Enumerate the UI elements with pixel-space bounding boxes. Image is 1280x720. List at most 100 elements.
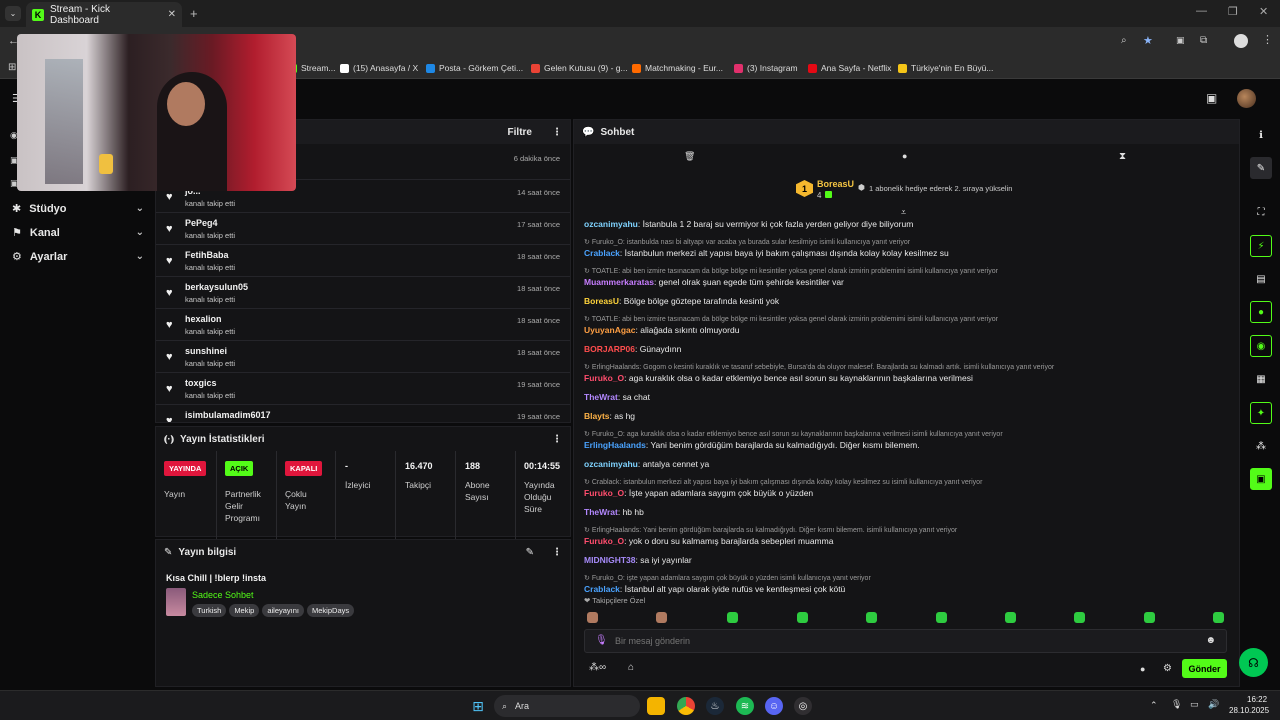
chat-reply-context[interactable]: ↻ Crablack: istanbulun merkezi alt yapıs… [584,478,982,486]
category-link[interactable]: Sadece Sohbet [192,590,254,600]
chat-input[interactable] [615,633,1175,649]
chat-input-box[interactable]: 🎙 ☻ [584,629,1227,653]
chat-rail-icon[interactable]: ● [1250,301,1272,323]
broadcast-rail-icon[interactable]: ◉ [1250,335,1272,357]
edit-icon[interactable]: ✎ [526,547,534,558]
file-explorer-icon[interactable] [647,697,665,715]
follower-name[interactable]: sunshinei [185,346,227,356]
creator-tools-icon[interactable]: ▣ [1206,91,1217,105]
volume-icon[interactable]: 🔊 [1208,699,1219,710]
tools-icon[interactable]: ✦ [1250,402,1272,424]
bookmark-item[interactable]: (3) Instagram [734,63,798,73]
user-avatar[interactable] [1237,89,1256,108]
media-icon[interactable]: ▦ [1250,368,1272,390]
maximize-icon[interactable]: ❐ [1228,5,1238,18]
bookmark-item[interactable]: Türkiye'nin En Büyü... [898,63,993,73]
active-tab[interactable]: K Stream - Kick Dashboard ✕ [26,2,182,27]
emoji-icon[interactable]: ☻ [1205,635,1216,646]
network-icon[interactable]: ▭ [1190,699,1199,710]
clock-date[interactable]: 28.10.2025 [1229,706,1269,715]
chat-reply-context[interactable]: ↻ Furuko_O: aga kuraklık olsa o kadar et… [584,430,1003,438]
browser-menu-icon[interactable]: ⋮ [1262,33,1273,46]
follower-name[interactable]: isimbulamadim6017 [185,410,271,420]
emote-icon[interactable] [587,612,598,623]
extension-icon[interactable]: ▣ [1176,35,1185,46]
chat-reply-context[interactable]: ↻ ErlingHaalands: Gogom o kesinti kurakl… [584,363,1054,371]
chat-bubble-small-icon[interactable]: ● [1140,664,1145,674]
chat-username[interactable]: Furuko_O [584,373,624,383]
follower-name[interactable]: PePeg4 [185,218,218,228]
bookmark-item[interactable]: Ana Sayfa - Netflix [808,63,891,73]
apps-grid-icon[interactable]: ⊞ [8,62,16,73]
close-window-icon[interactable]: ✕ [1259,5,1268,18]
stream-tag[interactable]: aileyayını [262,604,305,617]
chat-username[interactable]: UyuyanAgac [584,325,636,335]
sidebar-item-settings[interactable]: ⚙ Ayarlar ⌄ [12,250,144,264]
send-button[interactable]: Gönder [1182,659,1227,678]
chat-reply-context[interactable]: ↻ Furuko_O: işte yapan adamlara saygım ç… [584,574,871,582]
bot-icon[interactable]: ▣ [1250,468,1272,490]
sidebar-item-channel[interactable]: ⚑ Kanal ⌄ [12,226,144,240]
bookmark-item[interactable]: Gelen Kutusu (9) - g... [531,63,628,73]
chat-username[interactable]: Furuko_O [584,536,624,546]
trash-icon[interactable]: 🗑 [684,151,695,162]
emote-icon[interactable] [1074,612,1085,623]
minimize-icon[interactable]: — [1196,5,1207,17]
info-icon[interactable]: ℹ [1250,124,1272,146]
points-icon[interactable]: ⁂∞ [589,662,606,673]
microphone-icon[interactable]: 🎙 [595,635,608,646]
profile-avatar-icon[interactable] [1234,34,1248,48]
chat-username[interactable]: BoreasU [584,296,619,306]
store-icon[interactable]: ⌂ [628,662,634,673]
emote-icon[interactable] [727,612,738,623]
steam-icon[interactable]: ♨ [706,697,724,715]
close-tab-icon[interactable]: ✕ [168,9,176,20]
follower-name[interactable]: FetihBaba [185,250,229,260]
emote-icon[interactable] [866,612,877,623]
stream-tag[interactable]: Turkish [192,604,227,617]
chat-username[interactable]: TheWrat [584,507,618,517]
chat-username[interactable]: ozcanimyahu [584,459,638,469]
chat-username[interactable]: TheWrat [584,392,618,402]
chat-username[interactable]: Muammerkaratas [584,277,654,287]
more-options-icon[interactable]: ⋮ [552,434,562,445]
stream-tag[interactable]: MekipDays [307,604,355,617]
microphone-tray-icon[interactable]: 🎙 [1171,699,1182,710]
chat-username[interactable]: ErlingHaalands [584,440,646,450]
emote-icon[interactable] [1213,612,1224,623]
follower-name[interactable]: toxgics [185,378,217,388]
top-gifter-name[interactable]: BoreasU [817,179,854,189]
chat-username[interactable]: MIDNIGHT38 [584,555,635,565]
document-icon[interactable]: ▤ [1250,268,1272,290]
bookmark-star-icon[interactable]: ★ [1143,34,1153,47]
chat-username[interactable]: ozcanimyahu [584,219,638,229]
capture-icon[interactable]: ⛶ [1250,201,1272,223]
chat-username[interactable]: Crablack [584,248,620,258]
emote-icon[interactable] [656,612,667,623]
new-tab-button[interactable]: + [190,6,198,21]
extensions-puzzle-icon[interactable]: ⧉ [1200,35,1207,46]
spotify-icon[interactable]: ≋ [736,697,754,715]
follower-name[interactable]: hexalion [185,314,222,324]
taskbar-search[interactable]: ⌕ Ara [494,695,640,717]
emote-icon[interactable] [1005,612,1016,623]
chat-settings-icon[interactable]: ⚙ [1163,663,1172,674]
chat-reply-context[interactable]: ↻ TOATLE: abi ben izmire tasınacam da bö… [584,315,998,323]
tab-list-button[interactable]: ⌄ [5,6,21,21]
emote-icon[interactable] [936,612,947,623]
hourglass-icon[interactable]: ⧗ [1119,151,1126,162]
sidebar-item-studio[interactable]: ✱ Stüdyo ⌄ [12,202,144,216]
zoom-icon[interactable]: ⌕ [1121,35,1127,46]
chrome-icon[interactable] [677,697,695,715]
windows-start-icon[interactable]: ⊞ [469,697,487,715]
emote-icon[interactable] [1144,612,1155,623]
chat-username[interactable]: Furuko_O [584,488,624,498]
more-options-icon[interactable]: ⋮ [552,547,562,558]
pinned-toggle-icon[interactable]: ⩡ [901,207,906,218]
chat-reply-context[interactable]: ↻ ErlingHaalands: Yani benim gördüğüm ba… [584,526,957,534]
chat-reply-context[interactable]: ↻ TOATLE: abi ben izmire tasınacam da bö… [584,267,998,275]
chat-bubble-icon[interactable]: ● [902,151,907,161]
bookmark-item[interactable]: Matchmaking - Eur... [632,63,723,73]
chat-reply-context[interactable]: ↻ Furuko_O: istanbulda nası bi altyapı v… [584,238,910,246]
support-button[interactable]: ☊ [1239,648,1268,677]
